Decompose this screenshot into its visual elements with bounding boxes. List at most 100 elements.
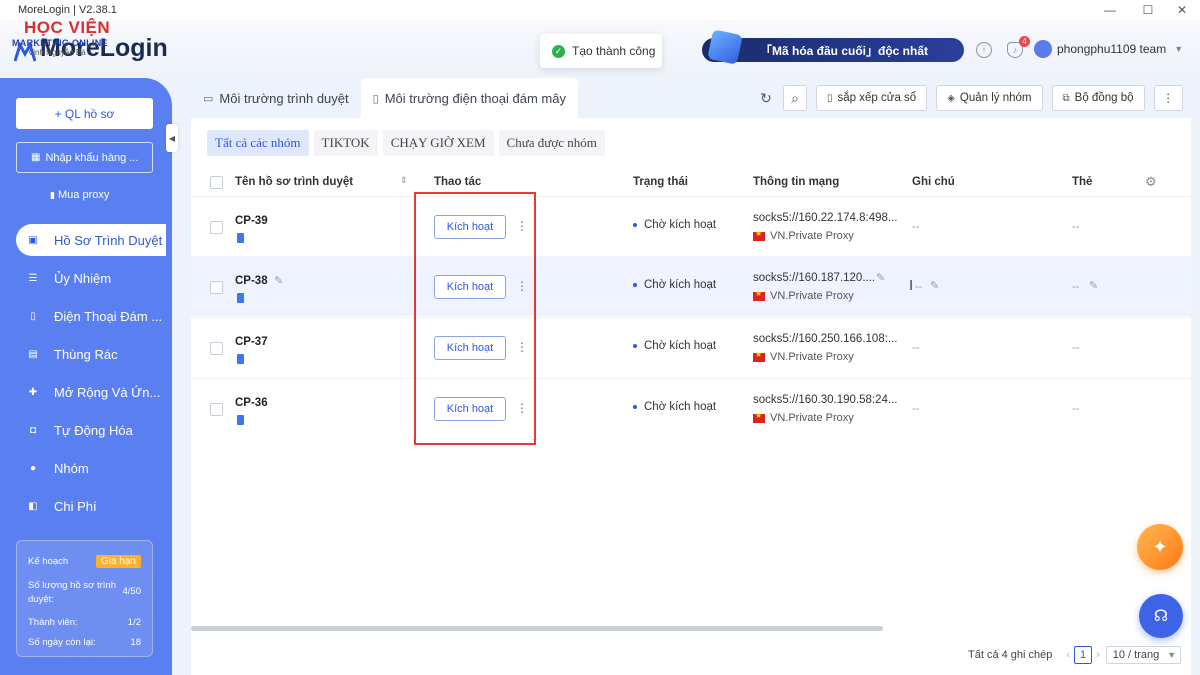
sidebar-item-label: Mở Rộng Và Ứn... <box>54 384 161 400</box>
filter-all-groups[interactable]: Tất cả các nhóm <box>207 130 309 156</box>
toast-text: Tạo thành công <box>572 44 656 58</box>
upgrade-button[interactable]: Gia hạn <box>95 555 141 568</box>
sidebar-item-trash[interactable]: ▤ Thùng Rác <box>16 338 166 370</box>
manage-groups-button[interactable]: ◈ Quản lý nhóm <box>936 85 1043 111</box>
promo-banner[interactable]: 「Mã hóa đầu cuối」độc nhất <box>702 29 964 65</box>
profile-platform-icon <box>237 354 244 364</box>
sync-icon: ⧉ <box>1062 92 1070 104</box>
header-network: Thông tin mạng <box>753 176 840 188</box>
proxy-address: socks5://160.187.120.... <box>753 272 876 284</box>
page-size-select[interactable]: 10 / trang ▼ <box>1105 646 1181 664</box>
puzzle-icon: ✚ <box>28 386 38 398</box>
header-action: Thao tác <box>434 176 482 188</box>
user-menu[interactable]: phongphu1109 team ▼ <box>1034 40 1183 58</box>
edit-proxy-icon[interactable]: ✎ <box>876 271 885 284</box>
header-tag: Thẻ <box>1072 176 1093 188</box>
user-name: phongphu1109 team <box>1057 42 1167 56</box>
column-settings-icon[interactable]: ⚙ <box>1145 174 1157 190</box>
profile-name: CP-38 <box>235 275 268 287</box>
table-row[interactable]: CP-36 Kích hoạt ⋮ Chờ kích hoạt socks5:/… <box>191 378 1191 438</box>
sidebar-item-browser-profiles[interactable]: ▣ Hồ Sơ Trình Duyệt <box>16 224 166 256</box>
note-value: -- <box>912 403 920 415</box>
proxy-address: socks5://160.22.174.8:498... <box>753 212 898 224</box>
select-all-checkbox[interactable] <box>210 176 223 189</box>
avatar <box>1034 40 1052 58</box>
arrange-windows-button[interactable]: ▯ sắp xếp cửa sổ <box>816 85 928 111</box>
text-cursor-icon: I <box>909 277 914 294</box>
sidebar-item-label: Hồ Sơ Trình Duyệt <box>54 232 163 248</box>
new-profile-button[interactable]: + QL hồ sơ <box>16 98 153 129</box>
success-toast: ✓ Tạo thành công <box>540 34 662 68</box>
sidebar-item-label: Tự Động Hóa <box>54 422 133 438</box>
row-checkbox[interactable] <box>210 281 223 294</box>
sidebar-item-extensions[interactable]: ✚ Mở Rộng Và Ứn... <box>16 376 166 408</box>
filter-tiktok[interactable]: TIKTOK <box>313 130 378 156</box>
table-row[interactable]: CP-38 ✎ Kích hoạt ⋮ Chờ kích hoạt socks5… <box>191 256 1191 316</box>
proxy-info: VN.Private Proxy <box>753 350 854 363</box>
proxy-info: VN.Private Proxy <box>753 289 854 302</box>
sidebar-item-cloud-phone[interactable]: ▯ Điện Thoại Đám ... <box>16 300 166 332</box>
sidebar-item-automation[interactable]: ◘ Tự Động Hóa <box>16 414 166 446</box>
prev-page-icon[interactable]: ‹ <box>1066 649 1070 661</box>
close-button[interactable]: ✕ <box>1164 0 1200 20</box>
buy-proxy-label: Mua proxy <box>58 189 110 201</box>
profile-platform-icon <box>237 233 244 243</box>
vietnam-flag-icon <box>753 289 765 301</box>
edit-tag-icon[interactable]: ✎ <box>1089 279 1098 292</box>
cart-icon: ▮ <box>50 190 55 200</box>
tab-cloud-phone-environment[interactable]: ▯ Môi trường điện thoại đám mây <box>360 78 578 118</box>
next-page-icon[interactable]: › <box>1096 649 1100 661</box>
profiles-panel: Tất cả các nhóm TIKTOK CHẠY GIỜ XEM Chưa… <box>191 118 1191 675</box>
proxy-info: VN.Private Proxy <box>753 411 854 424</box>
sort-icon[interactable]: ⇕ <box>400 175 408 186</box>
tab-browser-environment[interactable]: ▭ Môi trường trình duyệt <box>191 78 361 118</box>
total-records: Tất cả 4 ghi chép <box>968 649 1053 661</box>
header-status: Trạng thái <box>633 176 688 188</box>
profiles-label: Số lượng hồ sơ trình duyệt: <box>28 580 117 605</box>
headset-icon[interactable]: ☊ <box>1139 594 1183 638</box>
filter-ungrouped[interactable]: Chưa được nhóm <box>498 130 605 156</box>
import-button[interactable]: ▦ Nhập khẩu hàng ... <box>16 142 153 173</box>
highlight-box <box>414 192 536 445</box>
notification-badge: 4 <box>1019 36 1030 47</box>
proxy-address: socks5://160.30.190.58:24... <box>753 394 898 406</box>
phone-icon: ▯ <box>30 310 36 322</box>
note-value: -- <box>912 342 920 354</box>
sidebar: + QL hồ sơ ▦ Nhập khẩu hàng ... ▮ Mua pr… <box>0 78 172 675</box>
synchronizer-button[interactable]: ⧉ Bộ đồng bộ <box>1051 85 1145 111</box>
search-icon[interactable]: ⌕ <box>783 85 808 111</box>
more-icon[interactable]: ⋮ <box>1153 85 1183 111</box>
tag-value: -- <box>1072 281 1080 293</box>
table-row[interactable]: CP-37 Kích hoạt ⋮ Chờ kích hoạt socks5:/… <box>191 317 1191 377</box>
row-checkbox[interactable] <box>210 403 223 416</box>
table-row[interactable]: CP-39 Kích hoạt ⋮ Chờ kích hoạt socks5:/… <box>191 196 1191 256</box>
proxy-address: socks5://160.250.166.108:... <box>753 333 898 345</box>
horizontal-scrollbar[interactable] <box>191 626 883 631</box>
filter-watch-hours[interactable]: CHẠY GIỜ XEM <box>382 130 494 156</box>
group-icon: ● <box>29 462 37 474</box>
chevron-down-icon: ▼ <box>1167 650 1177 660</box>
maximize-button[interactable]: ☐ <box>1130 0 1166 20</box>
page-number[interactable]: 1 <box>1074 646 1093 664</box>
sidebar-item-label: Thùng Rác <box>54 346 118 362</box>
tag-value: -- <box>1072 342 1080 354</box>
members-value: 1/2 <box>127 617 141 628</box>
upload-icon[interactable]: ↑ <box>976 42 992 58</box>
refresh-icon[interactable]: ↻ <box>755 85 777 111</box>
collapse-sidebar-button[interactable]: ◀ <box>166 124 178 152</box>
sidebar-item-proxy[interactable]: ☰ Ủy Nhiệm <box>16 262 166 294</box>
sidebar-item-team[interactable]: ● Nhóm <box>16 452 166 484</box>
row-checkbox[interactable] <box>210 342 223 355</box>
buy-proxy-link[interactable]: ▮ Mua proxy <box>50 189 109 201</box>
watermark-line1: HỌC VIỆN <box>24 18 111 37</box>
minimize-button[interactable]: — <box>1092 0 1128 20</box>
row-checkbox[interactable] <box>210 221 223 234</box>
edit-name-icon[interactable]: ✎ <box>274 274 283 287</box>
trash-icon: ▤ <box>28 348 38 360</box>
table-header: Tên hồ sơ trình duyệt ⇕ Thao tác Trạng t… <box>191 166 1191 198</box>
toolbar: ↻ ⌕ ▯ sắp xếp cửa sổ ◈ Quản lý nhóm ⧉ Bộ… <box>755 85 1183 111</box>
sidebar-item-billing[interactable]: ◧ Chi Phí <box>16 490 166 522</box>
gift-icon[interactable]: ✦ <box>1137 524 1183 570</box>
edit-note-icon[interactable]: ✎ <box>930 279 939 292</box>
note-value: -- <box>912 221 920 233</box>
